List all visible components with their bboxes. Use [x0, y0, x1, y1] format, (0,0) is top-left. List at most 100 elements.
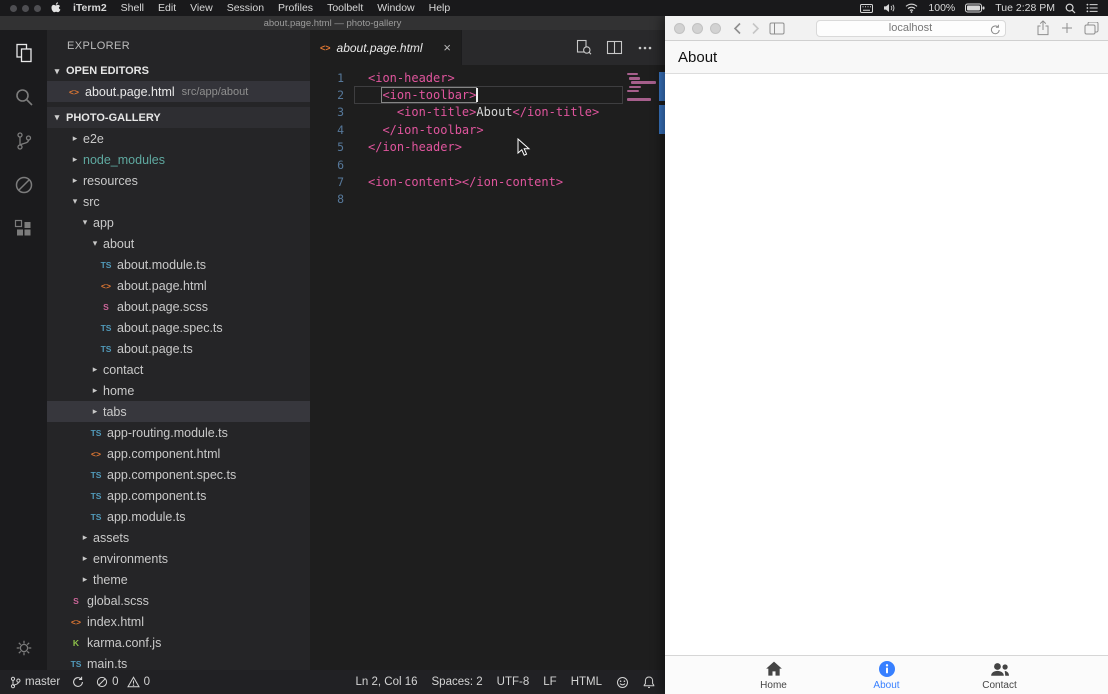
close-window-button[interactable] [674, 23, 685, 34]
debug-icon[interactable] [13, 174, 35, 196]
sidebar-toggle-icon[interactable] [769, 22, 785, 35]
address-bar[interactable]: localhost [816, 20, 1006, 37]
menubar-app-name[interactable]: iTerm2 [73, 2, 107, 14]
forward-button[interactable] [751, 22, 760, 35]
tab-about[interactable]: About [830, 656, 943, 694]
minimize-window-button[interactable] [692, 23, 703, 34]
reload-icon[interactable] [990, 24, 1001, 35]
apple-menu-icon[interactable] [51, 2, 61, 14]
sync-button[interactable] [72, 676, 84, 688]
menubar-menu-toolbelt[interactable]: Toolbelt [327, 2, 363, 14]
minimap[interactable] [627, 73, 655, 107]
tab-home[interactable]: Home [717, 656, 830, 694]
code-line[interactable]: 1<ion-header> [310, 69, 665, 86]
tree-item[interactable]: ▸environments [47, 548, 310, 569]
code-line[interactable]: 2 <ion-toolbar> [310, 86, 665, 103]
code-line[interactable]: 5</ion-header> [310, 139, 665, 156]
tree-item[interactable]: Sabout.page.scss [47, 296, 310, 317]
tab-overview-icon[interactable] [1084, 22, 1099, 35]
tab-contact[interactable]: Contact [943, 656, 1056, 694]
tree-item[interactable]: ▸e2e [47, 128, 310, 149]
tree-item[interactable]: ▸theme [47, 569, 310, 590]
tree-item[interactable]: Sglobal.scss [47, 590, 310, 611]
vscode-statusbar: master 0 0 Ln 2, Col 16 Spaces: 2 UTF-8 LF H… [0, 670, 665, 694]
traffic-lights[interactable] [674, 23, 721, 34]
battery-percent: 100% [928, 2, 955, 14]
feedback-smiley-icon[interactable] [616, 676, 629, 689]
menubar-menu-profiles[interactable]: Profiles [278, 2, 313, 14]
chevron-collapsed-icon: ▸ [89, 385, 101, 396]
tree-item[interactable]: TSapp.component.spec.ts [47, 464, 310, 485]
code-editor[interactable]: 1<ion-header>2 <ion-toolbar>3 <ion-title… [310, 65, 665, 670]
explorer-icon[interactable] [13, 42, 35, 64]
volume-icon[interactable] [883, 3, 895, 13]
tree-item[interactable]: ▸assets [47, 527, 310, 548]
tab-close-icon[interactable]: × [443, 41, 451, 54]
tree-item[interactable]: ▸contact [47, 359, 310, 380]
statusbar-item[interactable]: Spaces: 2 [432, 676, 483, 688]
code-line[interactable]: 6 [310, 156, 665, 173]
code-line[interactable]: 3 <ion-title>About</ion-title> [310, 104, 665, 121]
tree-item[interactable]: ▸node_modules [47, 149, 310, 170]
ts-file-icon: TS [89, 491, 103, 501]
statusbar-item[interactable]: HTML [571, 676, 602, 688]
split-editor-icon[interactable] [606, 39, 623, 56]
statusbar-item[interactable]: LF [543, 676, 556, 688]
menubar-menu-shell[interactable]: Shell [121, 2, 144, 14]
tree-item[interactable]: TSapp.module.ts [47, 506, 310, 527]
extensions-icon[interactable] [13, 218, 35, 240]
tree-item[interactable]: TSabout.page.ts [47, 338, 310, 359]
wifi-icon[interactable] [905, 3, 918, 13]
notification-center-icon[interactable] [1086, 3, 1098, 13]
git-branch-indicator[interactable]: master [10, 676, 60, 689]
tree-item[interactable]: ▾src [47, 191, 310, 212]
open-editors-header[interactable]: ▾ OPEN EDITORS [47, 61, 310, 81]
share-icon[interactable] [1036, 20, 1050, 36]
tree-item[interactable]: TSmain.ts [47, 653, 310, 670]
statusbar-item[interactable]: UTF-8 [497, 676, 530, 688]
menubar-menu-view[interactable]: View [190, 2, 213, 14]
menubar-menu-help[interactable]: Help [429, 2, 451, 14]
menubar-menu-window[interactable]: Window [377, 2, 414, 14]
problems-indicator[interactable]: 0 0 [96, 676, 150, 688]
tree-item[interactable]: Kkarma.conf.js [47, 632, 310, 653]
tree-item[interactable]: <>app.component.html [47, 443, 310, 464]
keyboard-icon[interactable] [860, 4, 873, 13]
tree-item[interactable]: ▸home [47, 380, 310, 401]
editor-tab[interactable]: <> about.page.html × [310, 30, 462, 65]
window-dots[interactable] [10, 5, 41, 12]
tree-item[interactable]: ▾about [47, 233, 310, 254]
window-dot[interactable] [10, 5, 17, 12]
settings-gear-icon[interactable] [14, 638, 34, 658]
open-preview-icon[interactable] [575, 39, 592, 56]
back-button[interactable] [733, 22, 742, 35]
menubar-clock[interactable]: Tue 2:28 PM [995, 2, 1055, 14]
tree-item[interactable]: TSabout.module.ts [47, 254, 310, 275]
source-control-icon[interactable] [13, 130, 35, 152]
project-section-header[interactable]: ▾ PHOTO-GALLERY [47, 107, 310, 128]
tree-item[interactable]: ▾app [47, 212, 310, 233]
more-actions-icon[interactable] [637, 40, 653, 56]
code-line[interactable]: 8 [310, 191, 665, 208]
new-tab-icon[interactable] [1061, 22, 1073, 34]
menubar-menu-session[interactable]: Session [227, 2, 264, 14]
code-line[interactable]: 4 </ion-toolbar> [310, 121, 665, 138]
tree-item[interactable]: TSapp-routing.module.ts [47, 422, 310, 443]
spotlight-icon[interactable] [1065, 3, 1076, 14]
vscode-titlebar[interactable]: about.page.html — photo-gallery [0, 16, 665, 30]
tree-item[interactable]: TSabout.page.spec.ts [47, 317, 310, 338]
window-dot[interactable] [34, 5, 41, 12]
search-icon[interactable] [13, 86, 35, 108]
code-line[interactable]: 7<ion-content></ion-content> [310, 173, 665, 190]
tree-item[interactable]: <>index.html [47, 611, 310, 632]
open-editor-item[interactable]: <> about.page.html src/app/about [47, 81, 310, 102]
notifications-bell-icon[interactable] [643, 676, 655, 689]
tree-item[interactable]: <>about.page.html [47, 275, 310, 296]
tree-item[interactable]: ▸resources [47, 170, 310, 191]
tree-item[interactable]: ▸tabs [47, 401, 310, 422]
menubar-menu-edit[interactable]: Edit [158, 2, 176, 14]
tree-item[interactable]: TSapp.component.ts [47, 485, 310, 506]
zoom-window-button[interactable] [710, 23, 721, 34]
window-dot[interactable] [22, 5, 29, 12]
statusbar-item[interactable]: Ln 2, Col 16 [356, 676, 418, 688]
